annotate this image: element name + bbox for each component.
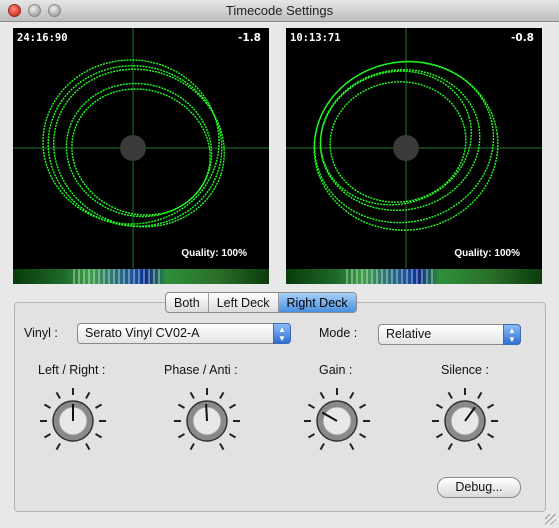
knob-graphic xyxy=(432,388,498,451)
debug-button[interactable]: Debug... xyxy=(437,477,521,498)
gain-label: Gain : xyxy=(319,363,353,377)
knob-tick xyxy=(447,391,453,399)
deck-segmented-control: Both Left Deck Right Deck xyxy=(165,292,357,313)
knob-tick xyxy=(85,391,91,399)
phase-anti-label: Phase / Anti : xyxy=(164,363,238,377)
left-signal-strip xyxy=(13,269,269,284)
knob-graphic xyxy=(304,388,370,451)
mode-label: Mode : xyxy=(319,326,358,340)
knob-tick xyxy=(177,403,185,409)
knob-tick xyxy=(55,391,61,399)
knob-tick xyxy=(95,403,103,409)
vinyl-label: Vinyl : xyxy=(24,326,58,340)
tab-left-deck[interactable]: Left Deck xyxy=(209,293,279,312)
scope-center-dot xyxy=(393,135,419,161)
knob-tick xyxy=(487,403,495,409)
right-signal-strip xyxy=(286,269,542,284)
knob-tick xyxy=(349,391,355,399)
knob-tick xyxy=(55,443,61,451)
knob-tick xyxy=(307,433,315,439)
knob-tick xyxy=(43,403,51,409)
knob-tick xyxy=(487,433,495,439)
right-scope-plot xyxy=(286,28,542,268)
knob-tick xyxy=(477,391,483,399)
window-title: Timecode Settings xyxy=(225,3,334,18)
gain-knob[interactable] xyxy=(302,386,372,456)
knob-tick xyxy=(229,433,237,439)
left-quality: Quality: 100% xyxy=(181,248,247,259)
tab-right-deck[interactable]: Right Deck xyxy=(278,293,356,312)
updown-arrows-icon: ▲ ▼ xyxy=(273,323,291,344)
signal-noise xyxy=(346,269,436,284)
signal-noise xyxy=(73,269,163,284)
knob-tick xyxy=(349,443,355,451)
knob-tick xyxy=(359,433,367,439)
knob-pointer xyxy=(205,403,208,422)
scope-ring xyxy=(320,70,472,206)
left-deck-scope: 24:16:90 -1.8 Quality: 100% xyxy=(13,28,269,284)
left-timecode: 24:16:90 xyxy=(17,32,68,44)
title-bar[interactable]: Timecode Settings xyxy=(0,0,559,22)
scope-center-dot xyxy=(120,135,146,161)
knob-tick xyxy=(447,443,453,451)
timecode-settings-window: Timecode Settings 24:16:90 -1.8 Quality:… xyxy=(0,0,559,528)
vinyl-select[interactable]: Serato Vinyl CV02-A ▲ ▼ xyxy=(77,323,291,344)
right-deck-scope: 10:13:71 -0.8 Quality: 100% xyxy=(286,28,542,284)
resize-grip-icon[interactable] xyxy=(545,514,556,525)
knob-tick xyxy=(177,433,185,439)
knob-tick xyxy=(219,443,225,451)
knob-tick xyxy=(359,403,367,409)
knob-tick xyxy=(435,403,443,409)
knob-graphic xyxy=(174,388,240,451)
left-right-label: Left / Right : xyxy=(38,363,106,377)
silence-label: Silence : xyxy=(441,363,489,377)
knob-tick xyxy=(219,391,225,399)
knob-graphic xyxy=(40,388,106,451)
knob-tick xyxy=(319,391,325,399)
knob-tick xyxy=(477,443,483,451)
silence-knob[interactable] xyxy=(430,386,500,456)
updown-arrows-icon: ▲ ▼ xyxy=(503,324,521,345)
knob-tick xyxy=(189,443,195,451)
phase-anti-knob[interactable] xyxy=(172,386,242,456)
left-scope-plot xyxy=(13,28,269,268)
left-right-knob[interactable] xyxy=(38,386,108,456)
right-pitch-offset: -0.8 xyxy=(511,32,534,44)
knob-tick xyxy=(319,443,325,451)
knob-tick xyxy=(43,433,51,439)
knob-tick xyxy=(229,403,237,409)
mode-select-value: Relative xyxy=(386,327,432,341)
right-timecode: 10:13:71 xyxy=(290,32,341,44)
knob-tick xyxy=(307,403,315,409)
left-pitch-offset: -1.8 xyxy=(238,32,261,44)
knob-tick xyxy=(435,433,443,439)
mode-select[interactable]: Relative ▲ ▼ xyxy=(378,324,521,345)
vinyl-select-value: Serato Vinyl CV02-A xyxy=(85,326,200,340)
knob-tick xyxy=(95,433,103,439)
knob-tick xyxy=(85,443,91,451)
knob-tick xyxy=(189,391,195,399)
tab-both[interactable]: Both xyxy=(166,293,209,312)
right-quality: Quality: 100% xyxy=(454,248,520,259)
